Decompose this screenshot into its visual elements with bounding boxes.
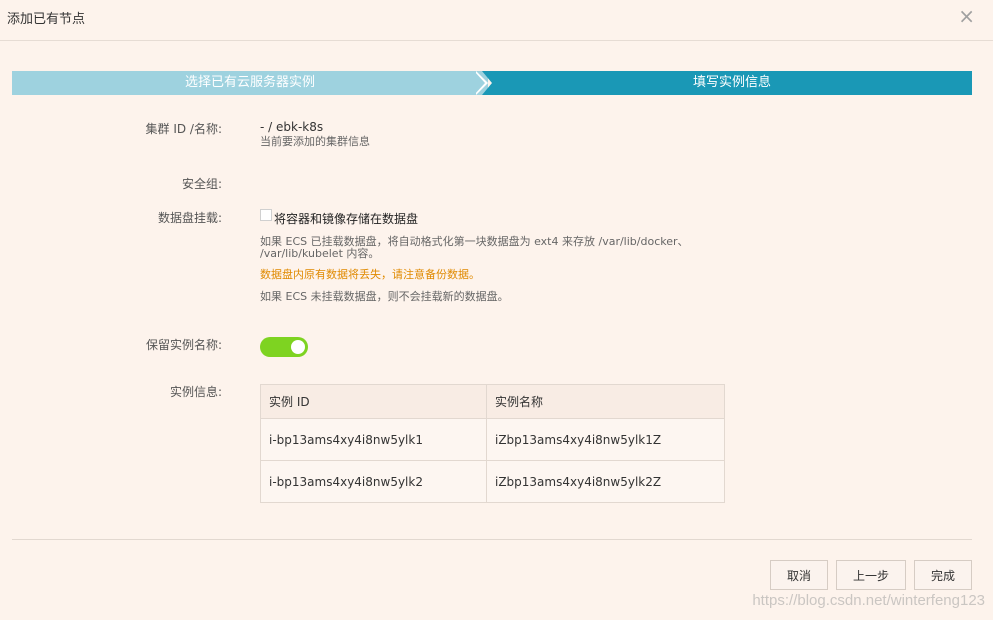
data-disk-checkbox[interactable] xyxy=(260,209,272,221)
security-group-label: 安全组: xyxy=(181,177,222,191)
cluster-value: - / ebk-k8s xyxy=(260,120,324,134)
column-header-instance-name: 实例名称 xyxy=(486,384,725,419)
step-label: 填写实例信息 xyxy=(692,75,771,90)
dialog-header: 添加已有节点 × xyxy=(0,0,993,41)
data-disk-hint-3: 如果 ECS 未挂载数据盘，则不会挂载新的数据盘。 xyxy=(260,290,509,303)
instance-name-cell: iZbp13ams4xy4i8nw5ylk2Z xyxy=(486,460,725,503)
footer-divider xyxy=(12,539,972,540)
dialog-title: 添加已有节点 xyxy=(7,12,86,27)
column-header-instance-id: 实例 ID xyxy=(260,384,487,419)
watermark: https://blog.csdn.net/winterfeng123 xyxy=(752,592,985,609)
instance-name-cell: iZbp13ams4xy4i8nw5ylk1Z xyxy=(486,418,725,461)
table-row: i-bp13ams4xy4i8nw5ylk1 iZbp13ams4xy4i8nw… xyxy=(260,418,725,461)
instances-label: 实例信息: xyxy=(169,385,222,399)
instance-id-cell: i-bp13ams4xy4i8nw5ylk1 xyxy=(260,418,487,461)
step-indicator: 选择已有云服务器实例 填写实例信息 xyxy=(12,71,972,95)
step-select-instance: 选择已有云服务器实例 xyxy=(12,71,488,95)
step-label: 选择已有云服务器实例 xyxy=(184,75,315,90)
table-row: i-bp13ams4xy4i8nw5ylk2 iZbp13ams4xy4i8nw… xyxy=(260,460,725,503)
data-disk-warning: 数据盘内原有数据将丢失，请注意备份数据。 xyxy=(260,268,480,281)
close-icon[interactable]: × xyxy=(958,6,975,26)
data-disk-hint-2: /var/lib/kubelet 内容。 xyxy=(260,247,380,260)
toggle-knob xyxy=(291,340,305,354)
previous-step-button[interactable]: 上一步 xyxy=(836,560,906,590)
step-fill-info: 填写实例信息 xyxy=(482,71,972,95)
keep-name-toggle[interactable] xyxy=(260,337,308,357)
table-header-row: 实例 ID 实例名称 xyxy=(260,384,725,419)
cancel-button[interactable]: 取消 xyxy=(770,560,828,590)
step-arrow xyxy=(474,71,485,95)
cluster-hint: 当前要添加的集群信息 xyxy=(260,135,370,148)
cluster-label: 集群 ID /名称: xyxy=(145,122,223,136)
data-disk-checkbox-label[interactable]: 将容器和镜像存储在数据盘 xyxy=(274,210,418,227)
instances-table: 实例 ID 实例名称 i-bp13ams4xy4i8nw5ylk1 iZbp13… xyxy=(260,384,725,503)
finish-button[interactable]: 完成 xyxy=(914,560,972,590)
instance-id-cell: i-bp13ams4xy4i8nw5ylk2 xyxy=(260,460,487,503)
data-disk-label: 数据盘挂载: xyxy=(157,211,222,225)
keep-name-label: 保留实例名称: xyxy=(145,338,222,352)
